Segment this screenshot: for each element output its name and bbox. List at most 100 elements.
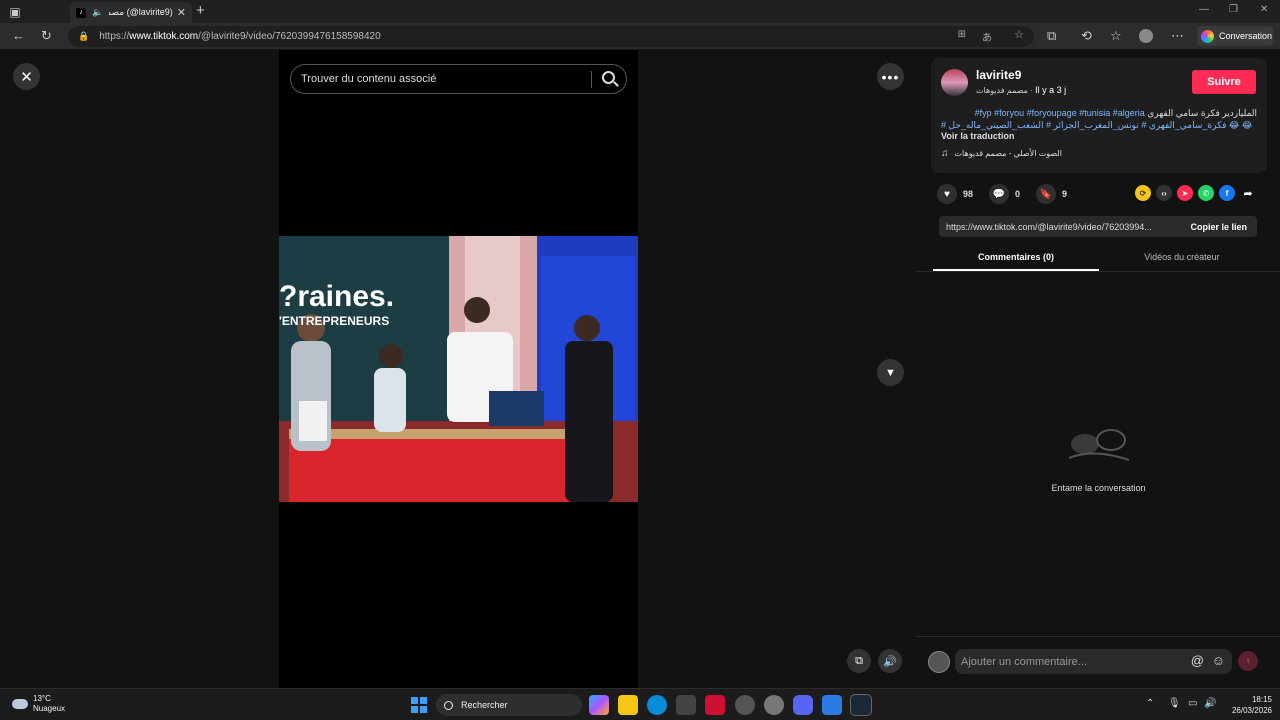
send-icon[interactable]: ➤	[1177, 185, 1193, 201]
tiktok-page: ✕ Trouver du contenu associé ?raines. 'E…	[0, 50, 1280, 688]
weather-condition: Nuageux	[33, 704, 66, 713]
like-icon[interactable]: ♥	[937, 184, 957, 204]
conversation-label: Conversation	[1219, 31, 1273, 41]
favorite-star-icon[interactable]: ☆	[1014, 28, 1024, 41]
minimize-icon[interactable]: —	[1199, 4, 1209, 15]
description-text: الملياردير فكرة سامي الفهري	[1147, 108, 1257, 118]
acrobat-icon[interactable]	[705, 695, 725, 715]
address-bar[interactable]: 🔒 https://www.tiktok.com/@lavirite9/vide…	[68, 26, 1034, 47]
embed-icon[interactable]: ‹›	[1156, 185, 1172, 201]
user-avatar[interactable]	[928, 651, 950, 673]
close-window-icon[interactable]: ✕	[1260, 4, 1268, 15]
comment-count: 0	[1015, 189, 1021, 199]
facebook-icon[interactable]: f	[1219, 185, 1235, 201]
video-description: #fyp #foryou #foryoupage #tunisia #alger…	[941, 107, 1257, 131]
description-line2[interactable]: # فكرة_سامي_الفهري # تونس_المغرب_الجزائر…	[941, 119, 1257, 131]
new-tab-button[interactable]: +	[196, 2, 205, 19]
settings-icon[interactable]	[764, 695, 784, 715]
music-title: الصوت الأصلي - مصمم فديوهات	[954, 149, 1062, 158]
start-button[interactable]	[411, 697, 427, 713]
search-icon[interactable]	[602, 71, 615, 84]
comment-icon[interactable]: 💬	[989, 184, 1010, 204]
clock-time: 18:15	[1251, 695, 1272, 704]
close-tab-icon[interactable]: ✕	[177, 6, 186, 19]
back-icon[interactable]: ←	[12, 28, 25, 43]
comment-placeholder: Ajouter un commentaire...	[961, 655, 1087, 668]
send-comment-button[interactable]: ↑	[1238, 651, 1258, 671]
video-link[interactable]: https://www.tiktok.com/@lavirite9/video/…	[939, 222, 1180, 232]
author-username[interactable]: lavirite9	[976, 68, 1021, 82]
clock-date: 26/03/2026	[1231, 706, 1272, 715]
weather-widget[interactable]: 13°C Nuageux	[12, 694, 65, 714]
translate-link[interactable]: Voir la traduction	[941, 131, 1014, 141]
repost-icon[interactable]: ⟳	[1135, 185, 1151, 201]
reader-icon[interactable]: ⊞	[958, 29, 966, 40]
author-card: lavirite9 مصمم فديوهات · Il y a 3 j Suiv…	[931, 58, 1267, 173]
refresh-icon[interactable]: ↻	[41, 28, 52, 44]
restore-icon[interactable]: ❐	[1229, 4, 1238, 15]
overlay-subtitle-text: 'ENTREPRENEURS	[279, 314, 390, 328]
taskbar-search[interactable]: Rechercher	[436, 694, 582, 716]
music-row[interactable]: ♫ الصوت الأصلي - مصمم فديوهات	[941, 148, 1062, 159]
tab-comments[interactable]: Commentaires (0)	[933, 249, 1099, 271]
volume-button[interactable]: 🔊	[878, 649, 902, 673]
comment-input[interactable]: Ajouter un commentaire... @ ☺	[955, 649, 1232, 674]
empty-comments-text: Entame la conversation	[1051, 483, 1146, 493]
close-video-button[interactable]: ✕	[13, 63, 40, 90]
cloud-icon	[12, 699, 28, 709]
author-subline: مصمم فديوهات · Il y a 3 j	[976, 85, 1067, 95]
profile-avatar[interactable]	[1139, 29, 1153, 43]
search-placeholder: Trouver du contenu associé	[301, 73, 437, 85]
description-hashtags[interactable]: #fyp #foryou #foryoupage #tunisia #alger…	[975, 108, 1145, 118]
edge-icon[interactable]	[647, 695, 667, 715]
browser-tab[interactable]: ♪ 🔈 (lavirite9@) مصمم فديوهات ✕	[70, 2, 192, 23]
whatsapp-icon[interactable]: ✆	[1198, 185, 1214, 201]
display-icon[interactable]: ▭	[1188, 698, 1197, 709]
discord-icon[interactable]	[793, 695, 813, 715]
steam-icon[interactable]	[850, 694, 872, 716]
volume-icon[interactable]: 🔊	[1204, 698, 1216, 709]
file-explorer-icon[interactable]	[618, 695, 638, 715]
tabs-divider	[917, 271, 1280, 272]
share-arrow-icon[interactable]: ➦	[1240, 185, 1256, 201]
next-video-button[interactable]: ▼	[877, 359, 904, 386]
video-frame[interactable]: ?raines. 'ENTREPRENEURS	[279, 236, 638, 502]
tiktok-favicon-icon: ♪	[76, 7, 86, 18]
speaker-icon[interactable]: 🔈	[92, 7, 103, 18]
conversation-button[interactable]: Conversation	[1197, 26, 1273, 46]
microphone-icon[interactable]: 🎙	[1168, 698, 1181, 709]
video-player[interactable]: Trouver du contenu associé ?raines. 'ENT…	[279, 50, 638, 688]
mention-icon[interactable]: @	[1191, 653, 1204, 668]
copilot-app-icon[interactable]	[589, 695, 609, 715]
app-icon[interactable]	[735, 695, 755, 715]
details-panel: lavirite9 مصمم فديوهات · Il y a 3 j Suiv…	[917, 50, 1280, 688]
bookmark-icon[interactable]: 🔖	[1036, 184, 1057, 204]
action-bar: ♥ 98 💬 0 🔖 9	[937, 183, 1083, 205]
video-still	[279, 236, 638, 502]
photos-icon[interactable]	[822, 695, 842, 715]
author-avatar[interactable]	[941, 69, 968, 96]
floating-player-button[interactable]: ⧉	[847, 649, 871, 673]
workspaces-icon[interactable]: ▣	[4, 0, 26, 23]
store-icon[interactable]	[676, 695, 696, 715]
lock-icon[interactable]: 🔒	[78, 31, 89, 42]
save-count: 9	[1062, 189, 1068, 199]
overlay-brand-text: ?raines.	[279, 280, 395, 313]
emoji-icon[interactable]: ☺	[1212, 653, 1225, 668]
favorites-icon[interactable]: ☆	[1110, 28, 1122, 44]
tab-creator-videos[interactable]: Vidéos du créateur	[1099, 249, 1265, 271]
follow-button[interactable]: Suivre	[1192, 70, 1256, 94]
translate-icon[interactable]: あ	[982, 29, 992, 44]
menu-dots-icon[interactable]: ⋯	[1171, 28, 1184, 44]
browser-titlebar: ▣ ♪ 🔈 (lavirite9@) مصمم فديوهات ✕ + — ❐ …	[0, 0, 1280, 23]
weather-temperature: 13°C	[33, 694, 51, 703]
panel-tabs: Commentaires (0) Vidéos du créateur	[933, 249, 1265, 271]
related-search-input[interactable]: Trouver du contenu associé	[290, 64, 627, 94]
tray-expand-icon[interactable]: ⌃	[1146, 698, 1154, 709]
copy-link-button[interactable]: Copier le lien	[1180, 222, 1257, 232]
search-divider	[591, 71, 592, 88]
more-options-button[interactable]: •••	[877, 63, 904, 90]
split-screen-icon[interactable]: ⟲	[1081, 28, 1092, 44]
clock[interactable]: 18:15 26/03/2026	[1220, 694, 1272, 716]
extensions-icon[interactable]: ⧉	[1047, 28, 1056, 44]
